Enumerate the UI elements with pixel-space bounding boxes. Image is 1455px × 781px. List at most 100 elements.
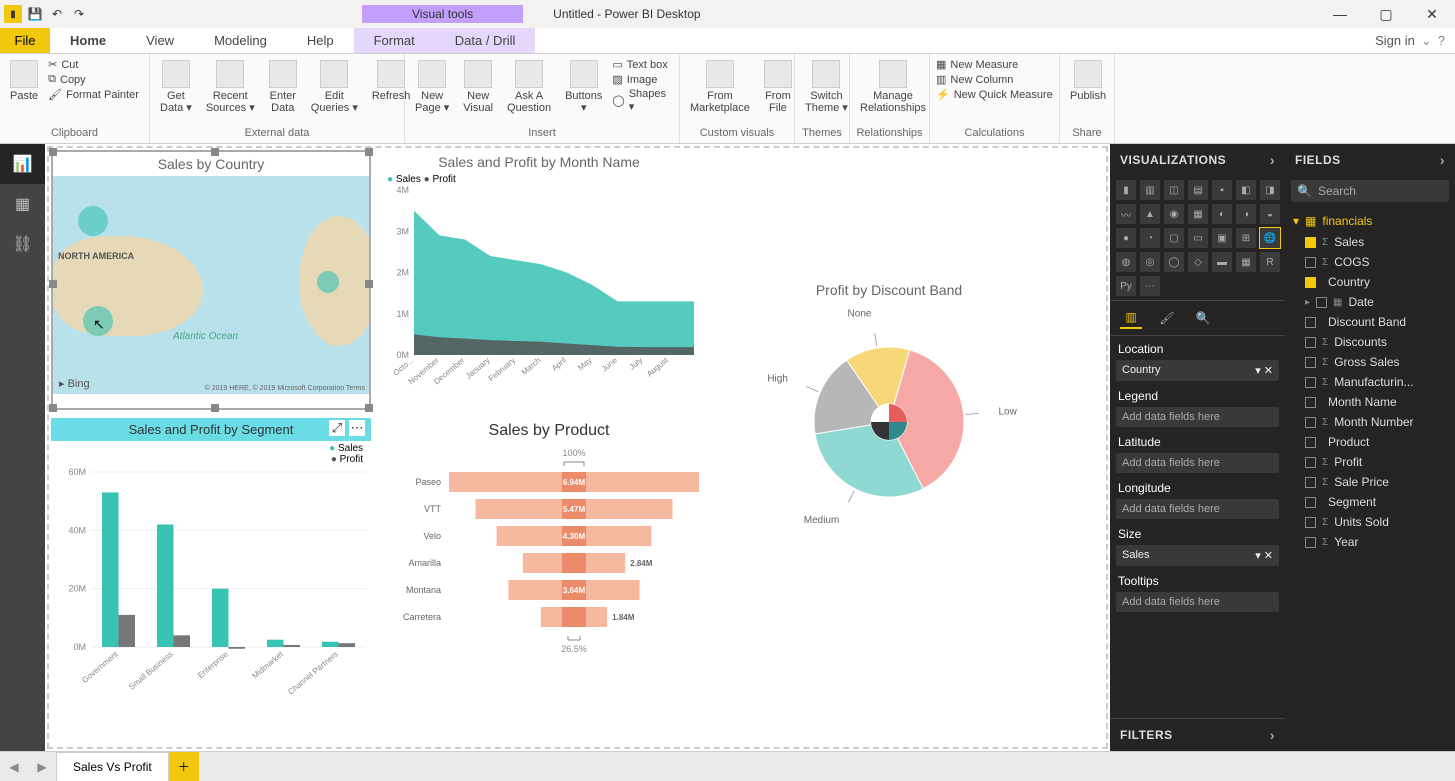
viz-type-17[interactable]: ▭ [1188, 228, 1208, 248]
viz-type-29[interactable]: ⋯ [1140, 276, 1160, 296]
field-discountband[interactable]: Discount Band [1285, 312, 1455, 332]
file-menu[interactable]: File [0, 28, 50, 53]
field-product[interactable]: Product [1285, 432, 1455, 452]
field-grosssales[interactable]: Σ Gross Sales [1285, 352, 1455, 372]
field-saleprice[interactable]: Σ Sale Price [1285, 472, 1455, 492]
new-page-button[interactable]: New Page ▾ [411, 58, 453, 116]
signin-link[interactable]: Sign in [1375, 33, 1415, 48]
help-icon[interactable]: ? [1438, 33, 1445, 48]
viz-type-28[interactable]: Py [1116, 276, 1136, 296]
viz-type-11[interactable]: ◐ [1212, 204, 1232, 224]
format-tab-icon[interactable]: 🖌 [1156, 307, 1178, 329]
tab-view[interactable]: View [126, 28, 194, 53]
tab-format[interactable]: Format [354, 28, 435, 53]
redo-icon[interactable]: ↷ [70, 5, 88, 23]
viz-type-14[interactable]: ● [1116, 228, 1136, 248]
switch-theme-button[interactable]: Switch Theme ▾ [801, 58, 852, 116]
field-sales[interactable]: Σ Sales [1285, 232, 1455, 252]
collapse-viz-icon[interactable]: › [1270, 152, 1275, 168]
copy-button[interactable]: ⧉ Copy [48, 73, 139, 86]
viz-type-20[interactable]: 🌐 [1260, 228, 1280, 248]
viz-type-22[interactable]: ◎ [1140, 252, 1160, 272]
nav-model-view[interactable]: ⛓ [0, 224, 45, 264]
paste-button[interactable]: Paste [6, 58, 42, 104]
focus-icon[interactable]: ⤢ [329, 420, 345, 436]
visual-map[interactable]: Sales by Country NORTH AMERICA Atlantic … [51, 150, 371, 410]
publish-button[interactable]: Publish [1066, 58, 1110, 104]
well-latitude-value[interactable]: Add data fields here [1116, 453, 1279, 473]
add-page-button[interactable]: ＋ [169, 752, 199, 781]
collapse-filters-icon[interactable]: › [1270, 727, 1275, 743]
field-year[interactable]: Σ Year [1285, 532, 1455, 552]
viz-type-21[interactable]: ◍ [1116, 252, 1136, 272]
viz-type-1[interactable]: ▥ [1140, 180, 1160, 200]
analytics-tab-icon[interactable]: 🔍 [1192, 307, 1214, 329]
field-unitssold[interactable]: Σ Units Sold [1285, 512, 1455, 532]
close-button[interactable]: ✕ [1409, 0, 1455, 28]
format-painter-button[interactable]: 🖌 Format Painter [48, 88, 139, 101]
fields-search[interactable]: 🔍Search [1291, 180, 1449, 202]
visual-bar-segment[interactable]: Sales and Profit by Segment ⤢ ⋯ ● Sales … [51, 418, 371, 728]
well-longitude-value[interactable]: Add data fields here [1116, 499, 1279, 519]
viz-type-6[interactable]: ◨ [1260, 180, 1280, 200]
well-size-value[interactable]: Sales▾ ✕ [1116, 545, 1279, 566]
viz-type-7[interactable]: 〰 [1116, 204, 1136, 224]
shapes-button[interactable]: ◯ Shapes ▾ [612, 88, 673, 113]
ask-question-button[interactable]: Ask A Question [503, 58, 555, 116]
field-cogs[interactable]: Σ COGS [1285, 252, 1455, 272]
field-discounts[interactable]: Σ Discounts [1285, 332, 1455, 352]
visual-pie[interactable]: Profit by Discount Band NoneLowMediumHig… [719, 278, 1059, 538]
page-next[interactable]: ▶ [28, 760, 56, 774]
nav-data-view[interactable]: ▦ [0, 184, 45, 224]
get-data-button[interactable]: Get Data ▾ [156, 58, 196, 116]
visual-area-chart[interactable]: Sales and Profit by Month Name ● Sales ●… [379, 150, 699, 410]
chevron-down-icon[interactable]: ⌄ [1421, 33, 1432, 49]
new-visual-button[interactable]: New Visual [459, 58, 497, 116]
save-icon[interactable]: 💾 [26, 5, 44, 23]
page-prev[interactable]: ◀ [0, 760, 28, 774]
viz-type-16[interactable]: ▢ [1164, 228, 1184, 248]
tab-modeling[interactable]: Modeling [194, 28, 287, 53]
new-measure-button[interactable]: ▦ New Measure [936, 58, 1053, 71]
field-date[interactable]: ▸▦ Date [1285, 292, 1455, 312]
image-button[interactable]: ▨ Image [612, 73, 673, 86]
viz-type-0[interactable]: ▮ [1116, 180, 1136, 200]
manage-relationships-button[interactable]: Manage Relationships [856, 58, 930, 116]
field-monthnumber[interactable]: Σ Month Number [1285, 412, 1455, 432]
viz-type-5[interactable]: ◧ [1236, 180, 1256, 200]
marketplace-button[interactable]: From Marketplace [686, 58, 754, 116]
from-file-button[interactable]: From File [760, 58, 796, 116]
field-country[interactable]: Country [1285, 272, 1455, 292]
textbox-button[interactable]: ▭ Text box [612, 58, 673, 71]
report-canvas[interactable]: Sales by Country NORTH AMERICA Atlantic … [47, 146, 1108, 749]
nav-report-view[interactable]: 📊 [0, 144, 45, 184]
viz-type-12[interactable]: ◑ [1236, 204, 1256, 224]
enter-data-button[interactable]: Enter Data [265, 58, 301, 116]
field-profit[interactable]: Σ Profit [1285, 452, 1455, 472]
visual-funnel[interactable]: Sales by Product 100%Paseo6.94MVTT5.47MV… [389, 418, 709, 678]
tab-data-drill[interactable]: Data / Drill [435, 28, 536, 53]
collapse-fields-icon[interactable]: › [1440, 152, 1445, 168]
well-location-value[interactable]: Country▾ ✕ [1116, 360, 1279, 381]
viz-type-10[interactable]: ▦ [1188, 204, 1208, 224]
viz-type-3[interactable]: ▤ [1188, 180, 1208, 200]
field-monthname[interactable]: Month Name [1285, 392, 1455, 412]
more-icon[interactable]: ⋯ [349, 420, 365, 436]
viz-type-2[interactable]: ◫ [1164, 180, 1184, 200]
page-tab[interactable]: Sales Vs Profit [56, 752, 169, 781]
fields-tab-icon[interactable]: ▥ [1120, 307, 1142, 329]
new-quick-button[interactable]: ⚡ New Quick Measure [936, 88, 1053, 101]
viz-type-26[interactable]: ▦ [1236, 252, 1256, 272]
viz-type-13[interactable]: ◒ [1260, 204, 1280, 224]
fields-table[interactable]: ▾▦financials [1285, 210, 1455, 232]
buttons-button[interactable]: Buttons ▾ [561, 58, 606, 116]
viz-type-19[interactable]: ⊞ [1236, 228, 1256, 248]
edit-queries-button[interactable]: Edit Queries ▾ [307, 58, 362, 116]
viz-type-9[interactable]: ◉ [1164, 204, 1184, 224]
field-manufacturin[interactable]: Σ Manufacturin... [1285, 372, 1455, 392]
well-legend-value[interactable]: Add data fields here [1116, 407, 1279, 427]
undo-icon[interactable]: ↶ [48, 5, 66, 23]
new-column-button[interactable]: ▥ New Column [936, 73, 1053, 86]
tab-home[interactable]: Home [50, 28, 126, 53]
tab-help[interactable]: Help [287, 28, 354, 53]
